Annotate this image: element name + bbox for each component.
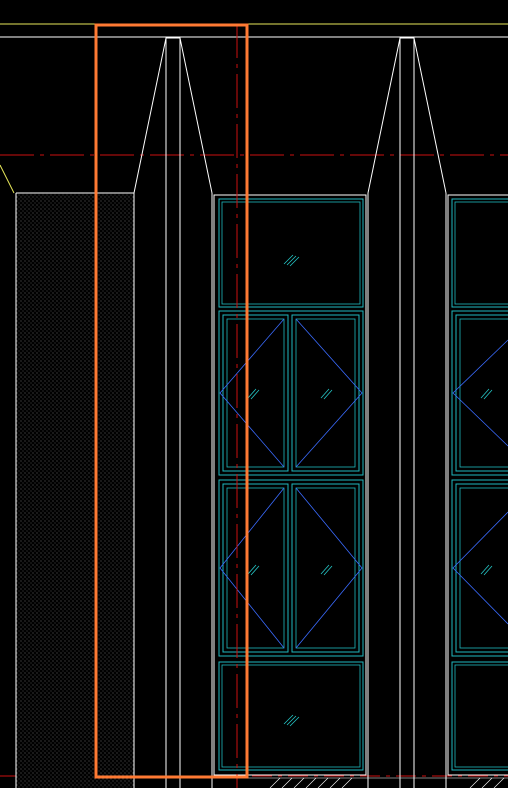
window-1-row3-left-glass bbox=[226, 487, 285, 649]
window-2-bottom-pane-outer bbox=[451, 661, 508, 771]
window-2-row3-left-glass bbox=[459, 487, 508, 649]
window-1-row3-right-sash bbox=[291, 483, 360, 653]
window-1-bottom-pane-outer bbox=[218, 661, 364, 771]
window-bay-2 bbox=[447, 194, 508, 776]
glass-hatch-icon bbox=[283, 254, 300, 267]
window-1-top-pane-inner bbox=[221, 201, 361, 305]
glass-hatch-icon bbox=[247, 564, 333, 576]
ground-hatch bbox=[269, 777, 505, 788]
left-yellow-edge bbox=[0, 164, 15, 194]
glass-hatch-icon bbox=[480, 388, 493, 400]
pilaster-1-taper bbox=[133, 37, 213, 194]
window-2-row3-opening bbox=[452, 511, 508, 625]
window-1-row3-outer bbox=[218, 479, 364, 657]
window-bay-2-outer bbox=[447, 194, 508, 776]
pilaster-2-taper bbox=[367, 37, 447, 194]
window-1-row3-right-glass bbox=[295, 487, 356, 649]
window-1-row2-left-sash bbox=[222, 314, 289, 472]
cad-elevation-drawing bbox=[0, 23, 508, 788]
glass-hatch-icon bbox=[480, 564, 493, 576]
window-2-top-pane-outer bbox=[451, 198, 508, 308]
window-1-bottom-pane-inner bbox=[221, 664, 361, 768]
glass-hatch-icon bbox=[247, 388, 333, 400]
masonry-wall-fill bbox=[16, 193, 134, 788]
window-2-row2-opening bbox=[452, 339, 508, 447]
window-2-row3-left-sash bbox=[455, 483, 508, 653]
window-2-bottom-pane-inner bbox=[454, 664, 508, 768]
window-2-row2-left-glass bbox=[459, 318, 508, 468]
window-1-row3-left-sash bbox=[222, 483, 289, 653]
window-1-row2-outer bbox=[218, 310, 364, 476]
window-2-row2-left-sash bbox=[455, 314, 508, 472]
window-1-row3-right-opening bbox=[295, 487, 363, 649]
window-1-row3-left-opening bbox=[219, 487, 285, 649]
window-1-row2-left-glass bbox=[226, 318, 285, 468]
window-2-top-pane-inner bbox=[454, 201, 508, 305]
window-1-top-pane-outer bbox=[218, 198, 364, 308]
glass-hatch-icon bbox=[283, 714, 300, 727]
